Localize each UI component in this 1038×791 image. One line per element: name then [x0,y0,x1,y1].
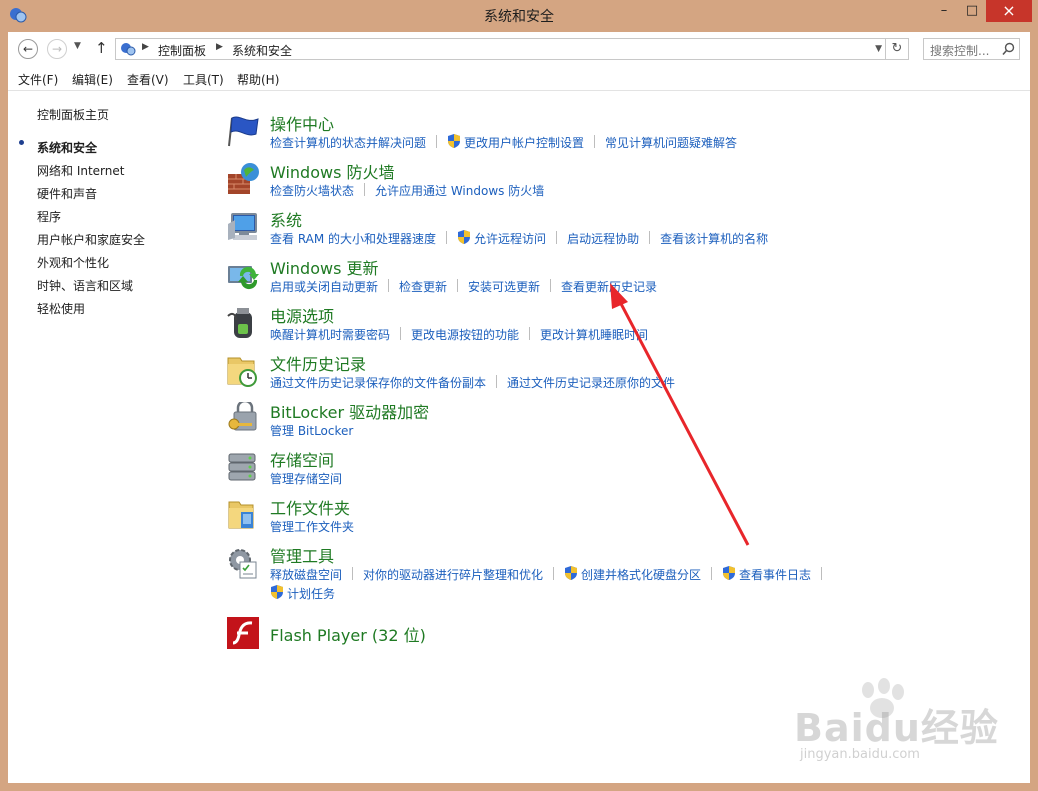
annotation-arrow [610,283,750,546]
watermark-url: jingyan.baidu.com [800,747,920,762]
watermark-brand: Baidu经验 [794,706,999,750]
